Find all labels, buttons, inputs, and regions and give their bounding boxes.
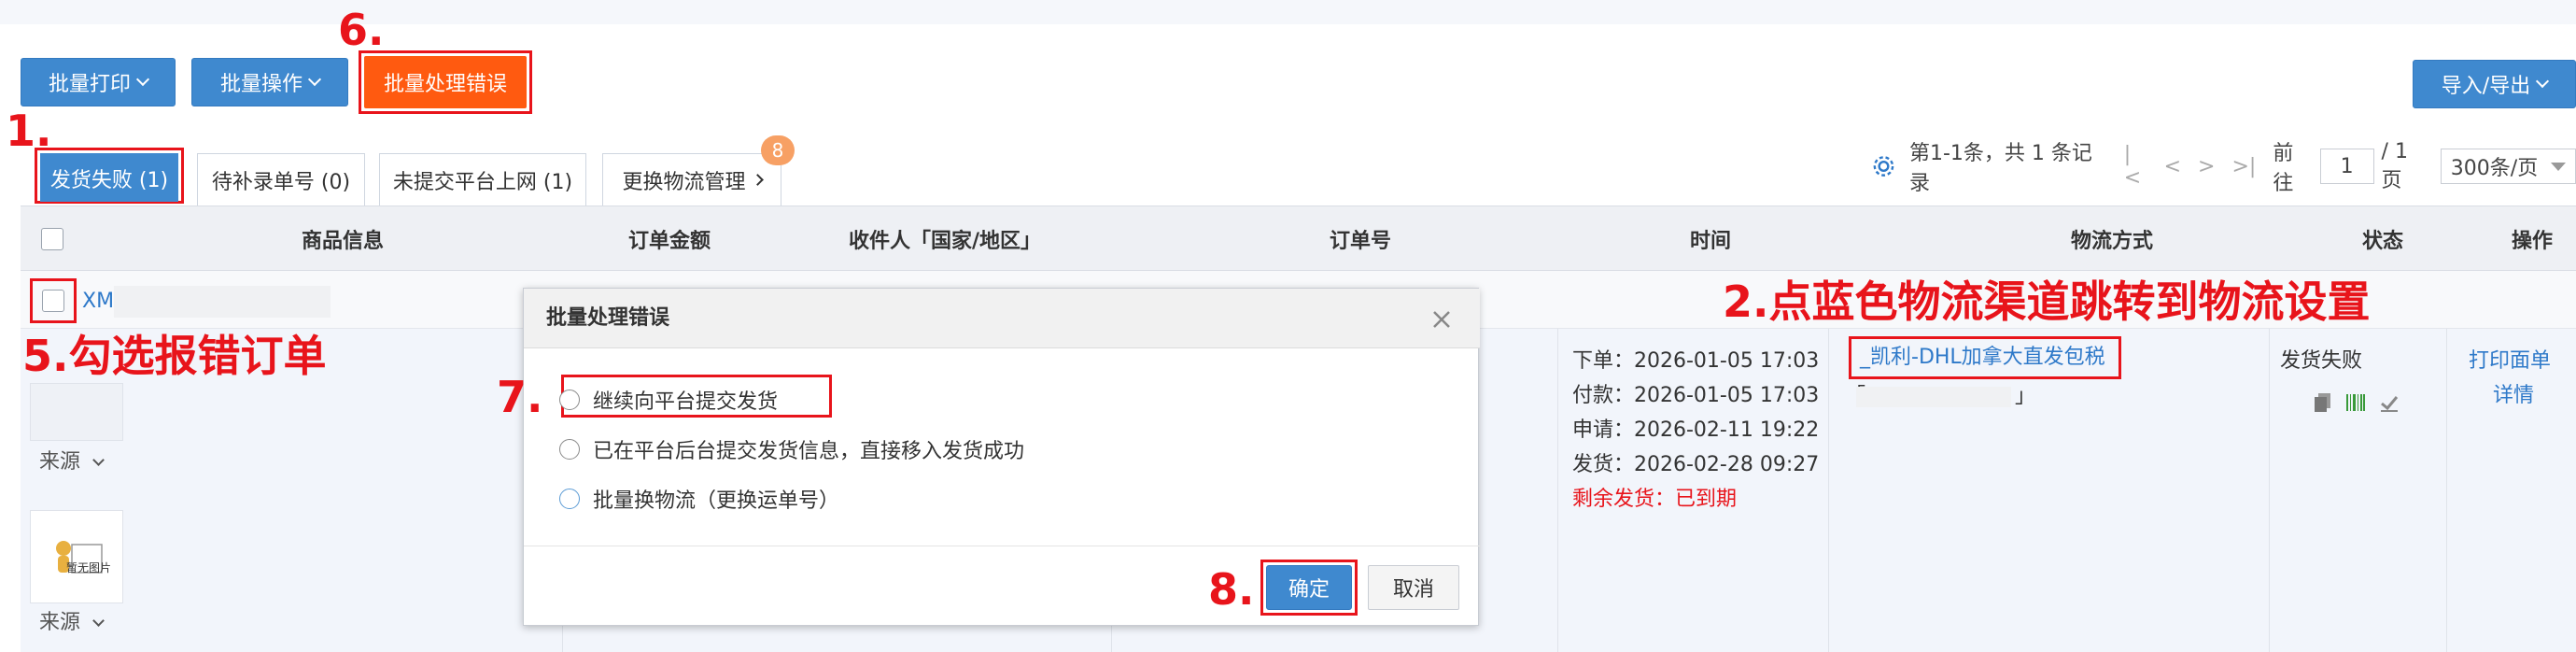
check-icon[interactable] [2379, 392, 2400, 413]
batch-ops-button[interactable]: 批量操作 [191, 58, 348, 106]
source-label-2: 来源 [39, 611, 81, 634]
time-paid: 付款：2026-01-05 17:03 [1572, 384, 1820, 407]
first-page-icon[interactable]: |< [2124, 143, 2147, 190]
last-page-icon[interactable]: >| [2231, 155, 2256, 178]
chevron-down-icon [135, 72, 150, 87]
gear-icon[interactable] [1871, 153, 1896, 179]
chevron-down-icon [2536, 74, 2550, 89]
chevron-right-icon [751, 174, 764, 186]
tab-ship-failed-label: 发货失败 (1) [49, 168, 169, 192]
option-move-to-success-label: 已在平台后台提交发货信息，直接移入发货成功 [593, 440, 1025, 463]
time-shipped: 发货：2026-02-28 09:27 [1572, 453, 1820, 476]
annotation-5: 5.勾选报错订单 [22, 331, 327, 381]
annotation-6: 6. [338, 5, 385, 55]
batch-handle-errors-label: 批量处理错误 [383, 73, 507, 96]
header-status: 状态 [2361, 230, 2403, 253]
no-image-placeholder: 暂无图片 [30, 510, 123, 603]
col-divider [1557, 329, 1558, 652]
col-divider [2446, 329, 2447, 652]
time-column: 下单：2026-01-05 17:03 付款：2026-01-05 17:03 … [1572, 344, 1819, 517]
tab-not-submitted[interactable]: 未提交平台上网 (1) [379, 153, 586, 206]
source-label: 来源 [39, 450, 81, 474]
import-export-label: 导入/导出 [2441, 75, 2531, 98]
tab-badge: 8 [761, 135, 795, 165]
status-icons [2314, 392, 2400, 413]
tab-pending-tracking-label: 待补录单号 (0) [211, 170, 351, 194]
pagination-summary: 第1-1条，共 1 条记录 [1908, 142, 2092, 195]
annotation-2: 2.点蓝色物流渠道跳转到物流设置 [1723, 276, 2371, 327]
radio-move-to-success[interactable] [559, 439, 580, 460]
option-move-to-success[interactable]: 已在平台后台提交发货信息，直接移入发货成功 [559, 434, 1024, 464]
order-checkbox[interactable] [42, 290, 64, 312]
radio-continue-submit[interactable] [559, 390, 580, 410]
tab-logistics-change-label: 更换物流管理 [622, 170, 746, 194]
source-dropdown-2[interactable]: 来源 [39, 605, 105, 640]
batch-error-modal: 批量处理错误 继续向平台提交发货 已在平台后台提交发货信息，直接移入发货成功 批… [523, 288, 1480, 626]
order-sku-link[interactable]: XM [82, 286, 114, 318]
top-band [0, 0, 2576, 24]
time-remaining: 剩余发货：已到期 [1572, 488, 1738, 511]
annotation-7: 7. [497, 372, 543, 422]
table-header: 商品信息 订单金额 收件人「国家/地区」 订单号 时间 物流方式 状态 操作 [21, 206, 2576, 271]
print-label-link[interactable]: 打印面单 [2469, 344, 2551, 378]
details-link[interactable]: 详情 [2493, 378, 2534, 413]
page-size-select[interactable]: 300条/页 [2440, 149, 2576, 184]
cancel-button[interactable]: 取消 [1368, 565, 1459, 610]
confirm-button[interactable]: 确定 [1266, 565, 1352, 610]
page-number-input[interactable]: 1 [2319, 149, 2374, 184]
close-icon[interactable] [1431, 309, 1452, 330]
radio-change-logistics[interactable] [559, 489, 580, 509]
header-logistics: 物流方式 [2070, 230, 2153, 253]
tab-not-submitted-label: 未提交平台上网 (1) [392, 170, 573, 194]
no-image-label: 暂无图片 [65, 560, 111, 574]
option-change-logistics[interactable]: 批量换物流（更换运单号） [559, 484, 839, 514]
modal-title: 批量处理错误 [546, 306, 670, 330]
col-divider [1828, 329, 1829, 652]
prev-page-icon[interactable]: < [2164, 155, 2181, 178]
select-all-checkbox[interactable] [41, 228, 63, 250]
cancel-label: 取消 [1392, 578, 1434, 602]
batch-print-label: 批量打印 [48, 73, 131, 96]
header-recipient: 收件人「国家/地区」 [848, 230, 1042, 253]
option-continue-submit[interactable]: 继续向平台提交发货 [559, 385, 778, 415]
page-size-value: 300条/页 [2450, 157, 2539, 180]
pagination: 第1-1条，共 1 条记录 |< < > >| 前往 1 / 1 页 300条/… [1871, 140, 2576, 195]
batch-print-button[interactable]: 批量打印 [21, 58, 176, 106]
goto-label: 前往 [2273, 142, 2294, 195]
confirm-label: 确定 [1288, 578, 1330, 602]
time-applied: 申请：2026-02-11 19:22 [1572, 418, 1820, 442]
chevron-down-icon [92, 615, 105, 627]
header-time: 时间 [1689, 230, 1731, 253]
copy-icon[interactable] [2314, 392, 2332, 413]
product-image [30, 383, 123, 441]
header-actions: 操作 [2511, 230, 2553, 253]
source-dropdown[interactable]: 来源 [39, 445, 105, 479]
batch-handle-errors-button[interactable]: 批量处理错误 [364, 56, 527, 108]
barcode-icon[interactable] [2345, 392, 2366, 413]
status-text: 发货失败 [2280, 349, 2363, 373]
chevron-down-icon [92, 454, 105, 466]
header-order-number: 订单号 [1329, 230, 1391, 253]
redacted-logistics-number [1856, 387, 2011, 407]
option-continue-submit-label: 继续向平台提交发货 [593, 390, 779, 414]
annotation-8: 8. [1208, 564, 1255, 615]
logistics-link[interactable]: _凯利-DHL加拿大直发包税 [1860, 342, 2105, 374]
col-divider [2269, 329, 2270, 652]
total-pages: / 1 页 [2381, 139, 2408, 192]
header-order-amount: 订单金额 [627, 230, 711, 253]
dropdown-arrow-icon [2551, 162, 2566, 171]
tab-ship-failed[interactable]: 发货失败 (1) [40, 153, 178, 202]
tab-pending-tracking[interactable]: 待补录单号 (0) [197, 153, 365, 206]
redacted-sku [114, 286, 331, 318]
header-product-info: 商品信息 [301, 230, 384, 253]
modal-header: 批量处理错误 [524, 289, 1480, 348]
time-ordered: 下单：2026-01-05 17:03 [1572, 349, 1820, 373]
option-change-logistics-label: 批量换物流（更换运单号） [593, 489, 840, 513]
next-page-icon[interactable]: > [2198, 155, 2215, 178]
import-export-button[interactable]: 导入/导出 [2413, 60, 2576, 108]
batch-ops-label: 批量操作 [219, 73, 303, 96]
chevron-down-icon [307, 72, 322, 87]
logistics-sub-close: 」 [2015, 385, 2036, 408]
tab-logistics-change[interactable]: 更换物流管理 [602, 153, 781, 206]
